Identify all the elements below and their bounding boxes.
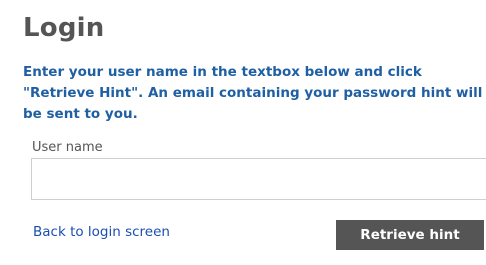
page-title: Login	[23, 13, 105, 43]
instructions-text: Enter your user name in the textbox belo…	[23, 64, 483, 122]
retrieve-hint-page: Login Enter your user name in the textbo…	[0, 0, 486, 265]
retrieve-hint-button[interactable]: Retrieve hint	[336, 220, 484, 250]
username-label: User name	[32, 140, 103, 155]
back-to-login-link[interactable]: Back to login screen	[33, 222, 170, 242]
username-input[interactable]	[31, 158, 486, 200]
